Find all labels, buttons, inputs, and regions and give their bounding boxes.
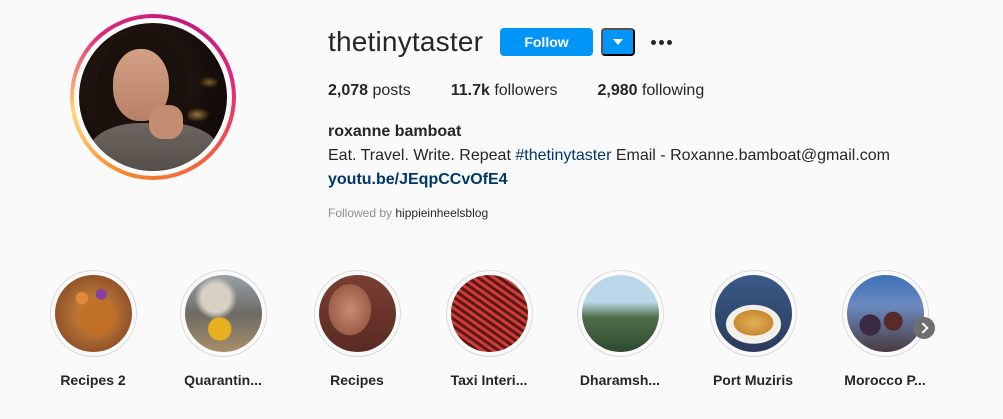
highlight-label: Port Muziris xyxy=(712,372,794,388)
followed-by-prefix: Followed by xyxy=(328,206,396,220)
highlight-thumbnail xyxy=(318,275,396,352)
following-stat[interactable]: 2,980 following xyxy=(597,82,704,100)
bio-hashtag-link[interactable]: #thetinytaster xyxy=(515,147,611,164)
highlight-item[interactable]: Taxi Interi... xyxy=(424,270,554,388)
profile-full-name: roxanne bamboat xyxy=(328,123,462,140)
highlight-item[interactable]: Dharamsh... xyxy=(555,270,685,388)
highlight-label: Recipes 2 xyxy=(60,372,126,388)
highlight-ring xyxy=(445,270,533,357)
highlight-thumbnail xyxy=(714,275,792,352)
highlight-label: Recipes xyxy=(330,372,384,388)
highlight-ring xyxy=(576,270,664,357)
followers-stat[interactable]: 11.7k followers xyxy=(451,82,558,100)
highlight-thumbnail xyxy=(54,275,132,352)
avatar-photo xyxy=(79,23,227,171)
bio-text: Eat. Travel. Write. Repeat xyxy=(328,147,516,164)
posts-stat: 2,078 posts xyxy=(328,82,411,100)
profile-stats: 2,078 posts 11.7k followers 2,980 follow… xyxy=(328,82,744,100)
suggested-dropdown-button[interactable] xyxy=(601,28,635,56)
highlight-thumbnail xyxy=(846,275,924,352)
highlight-ring xyxy=(841,270,929,357)
highlight-label: Taxi Interi... xyxy=(450,372,528,388)
highlight-label: Morocco P... xyxy=(844,372,926,388)
highlight-thumbnail xyxy=(450,275,528,352)
avatar-hand xyxy=(149,105,183,139)
profile-username: thetinytaster xyxy=(328,26,484,57)
profile-bio: Eat. Travel. Write. Repeat #thetinytaste… xyxy=(328,147,890,165)
highlight-item[interactable]: Quarantin... xyxy=(158,270,288,388)
highlight-item[interactable]: Port Muziris xyxy=(688,270,818,388)
posts-count: 2,078 xyxy=(328,82,369,99)
chevron-right-icon[interactable] xyxy=(913,317,935,339)
posts-label: posts xyxy=(368,82,411,99)
follow-button[interactable]: Follow xyxy=(500,28,593,56)
avatar-gap xyxy=(74,18,232,176)
caret-down-icon xyxy=(613,39,623,45)
highlight-thumbnail xyxy=(184,275,262,352)
highlight-thumbnail xyxy=(581,275,659,352)
highlight-ring xyxy=(709,270,797,357)
highlight-ring xyxy=(179,270,267,357)
highlight-item[interactable]: Recipes 2 xyxy=(28,270,158,388)
highlight-label: Dharamsh... xyxy=(579,372,661,388)
followers-label: followers xyxy=(489,82,558,99)
following-label: following xyxy=(637,82,705,99)
highlight-label: Quarantin... xyxy=(184,372,262,388)
more-options-button[interactable] xyxy=(649,30,673,54)
highlight-ring xyxy=(313,270,401,357)
highlight-ring xyxy=(49,270,137,357)
profile-avatar[interactable] xyxy=(70,14,236,180)
followers-count: 11.7k xyxy=(450,82,490,99)
more-horizontal-icon xyxy=(650,39,672,45)
following-count: 2,980 xyxy=(597,82,638,99)
profile-website-link[interactable]: youtu.be/JEqpCCvOfE4 xyxy=(328,171,508,189)
followed-by-user[interactable]: hippieinheelsblog xyxy=(395,206,488,220)
followed-by[interactable]: Followed by hippieinheelsblog xyxy=(328,206,488,220)
highlight-item[interactable]: Recipes xyxy=(292,270,422,388)
bio-email-text: Email - Roxanne.bamboat@gmail.com xyxy=(611,147,890,164)
